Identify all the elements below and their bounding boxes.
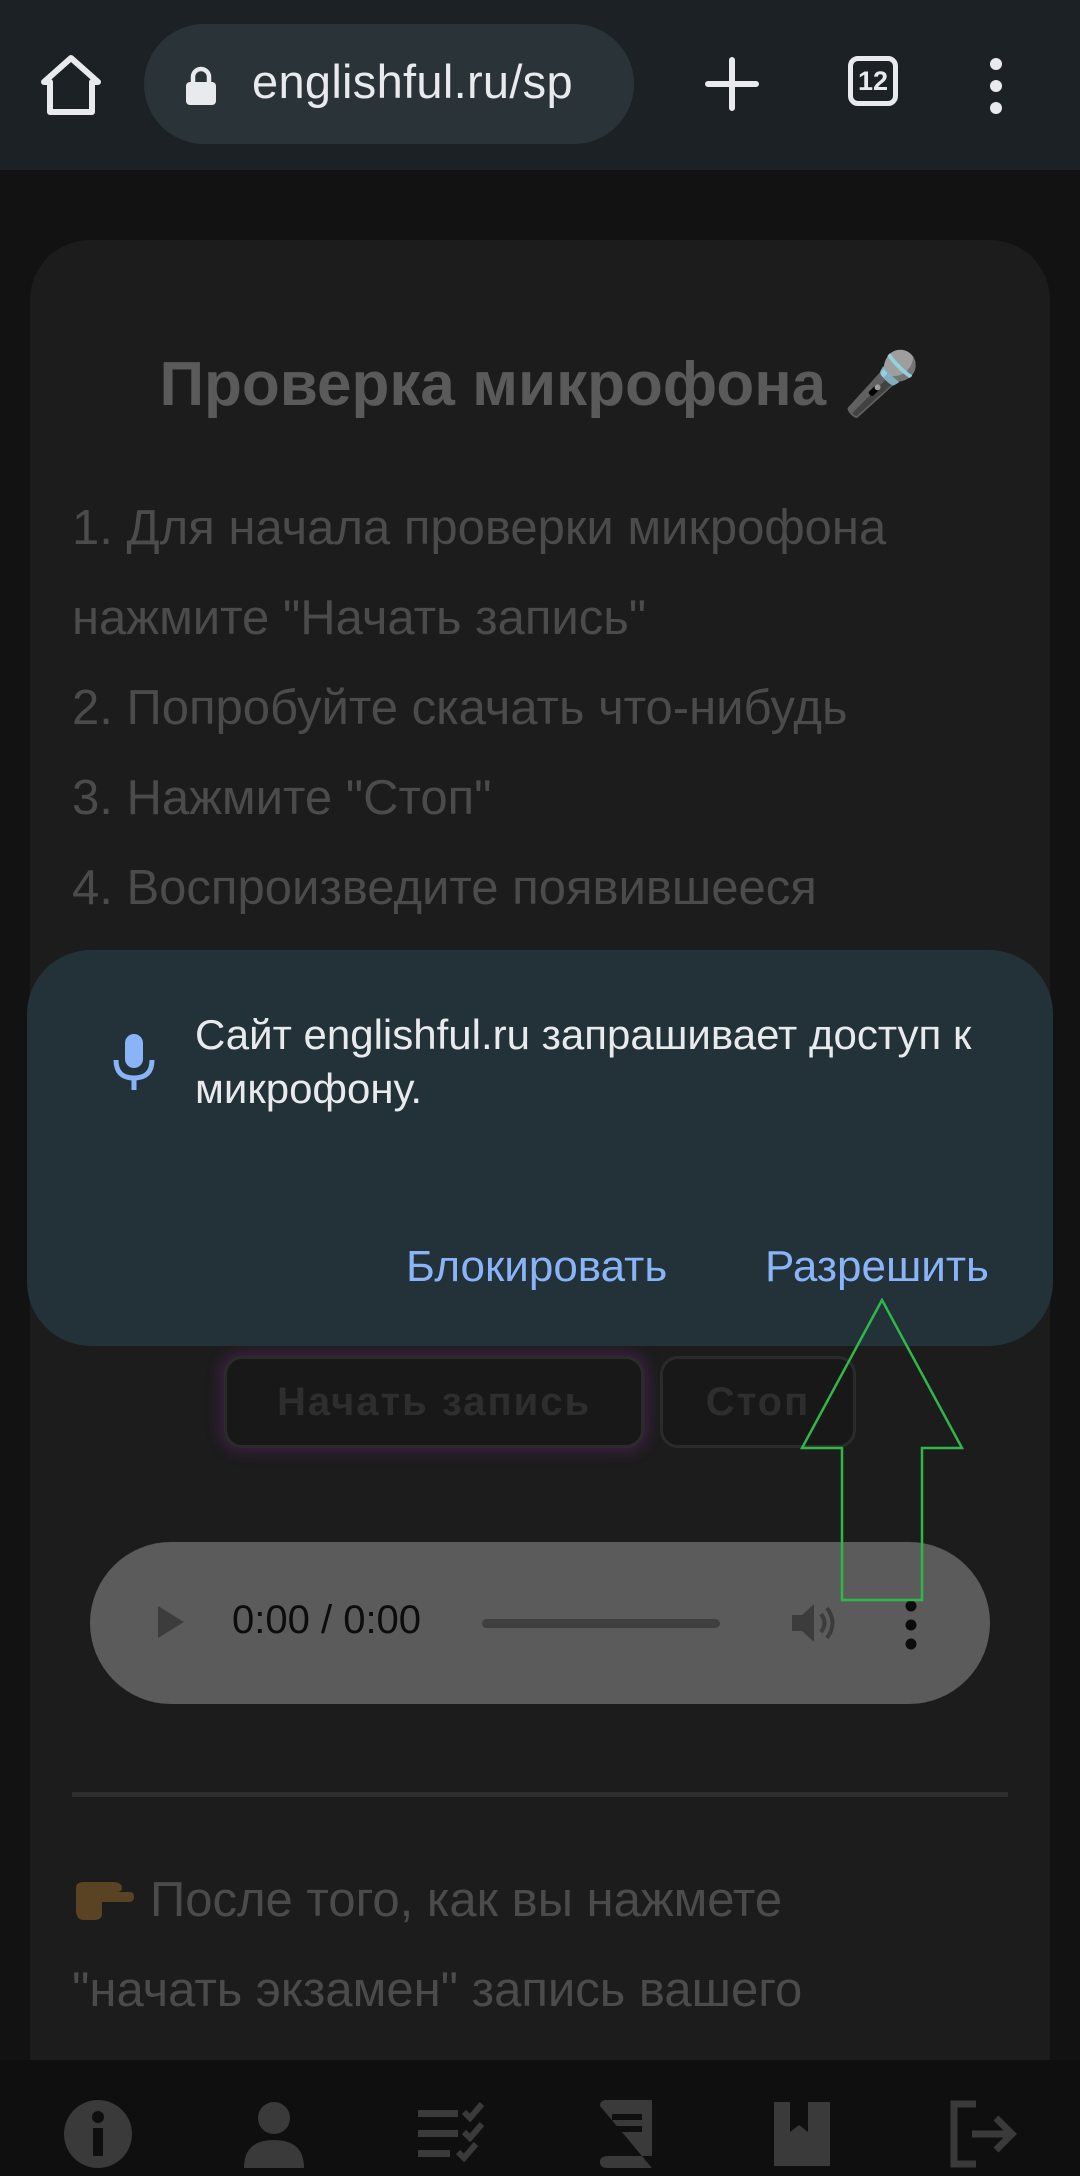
address-bar[interactable]: englishful.ru/sp xyxy=(144,24,634,144)
info-text-line: "начать экзамен" запись вашего xyxy=(72,1963,803,2017)
home-icon[interactable] xyxy=(38,52,104,118)
url-text: englishful.ru/sp xyxy=(252,55,573,108)
block-button[interactable]: Блокировать xyxy=(406,1242,667,1292)
book-icon[interactable] xyxy=(590,2098,662,2170)
player-time: 0:00 / 0:00 xyxy=(232,1598,422,1642)
annotation-arrow xyxy=(800,1298,964,1602)
allow-button[interactable]: Разрешить xyxy=(765,1242,989,1292)
microphone-icon xyxy=(113,1034,155,1090)
permission-dialog: Сайт englishful.ru запрашивает доступ к … xyxy=(27,950,1053,1346)
bottom-navigation xyxy=(0,2060,1080,2176)
info-text-line: После того, как вы нажмете xyxy=(150,1873,783,1927)
pointing-hand-icon xyxy=(76,1882,134,1920)
profile-icon[interactable] xyxy=(238,2098,310,2170)
more-menu-icon[interactable] xyxy=(980,56,1012,116)
instruction-line: 4. Воспроизведите появившееся xyxy=(72,861,817,915)
page-title: Проверка микрофона 🎤 xyxy=(159,350,921,419)
checklist-icon[interactable] xyxy=(414,2098,486,2170)
instruction-line: 1. Для начала проверки микрофона xyxy=(72,501,887,555)
player-more-icon[interactable] xyxy=(904,1600,918,1650)
divider xyxy=(72,1792,1008,1797)
seek-bar[interactable] xyxy=(482,1619,720,1628)
logout-icon[interactable] xyxy=(948,2098,1020,2170)
permission-message: Сайт englishful.ru запрашивает доступ к … xyxy=(195,1011,972,1112)
new-tab-icon[interactable] xyxy=(702,54,762,114)
tab-switcher-button[interactable]: 12 xyxy=(848,56,898,106)
browser-toolbar: englishful.ru/sp 12 xyxy=(0,0,1080,170)
instruction-line: 2. Попробуйте скачать что-нибудь xyxy=(72,681,848,735)
bookmark-icon[interactable] xyxy=(766,2098,838,2170)
instruction-line: нажмите "Начать запись" xyxy=(72,591,647,645)
lock-icon xyxy=(186,66,216,105)
play-icon[interactable] xyxy=(154,1602,188,1642)
volume-icon[interactable] xyxy=(790,1600,840,1646)
start-recording-button[interactable]: Начать запись xyxy=(224,1356,644,1448)
info-icon[interactable] xyxy=(62,2098,134,2170)
instruction-line: 3. Нажмите "Стоп" xyxy=(72,771,492,825)
